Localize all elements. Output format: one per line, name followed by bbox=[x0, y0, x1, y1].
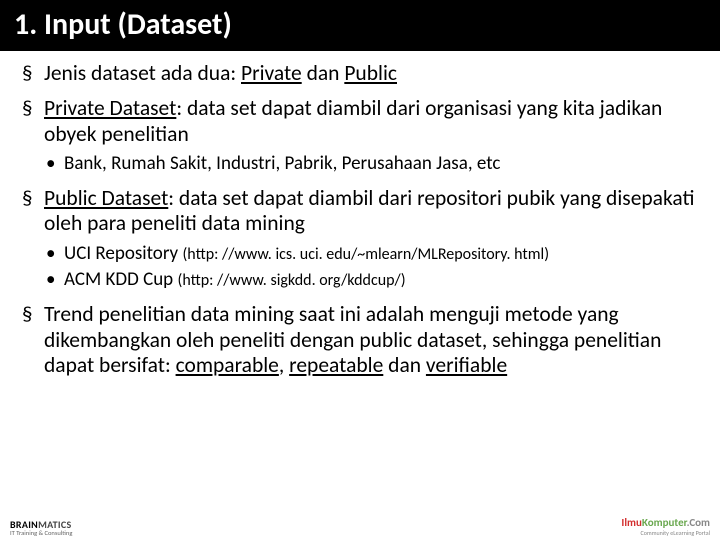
brand-text: Komputer bbox=[642, 516, 687, 529]
sub-bullet-item: Bank, Rumah Sakit, Industri, Pabrik, Per… bbox=[44, 153, 698, 176]
sub-bullet-item: UCI Repository (http: //www. ics. uci. e… bbox=[44, 243, 698, 266]
text: ACM KDD Cup bbox=[64, 268, 177, 291]
bullet-item: Public Dataset: data set dapat diambil d… bbox=[22, 186, 698, 292]
underline-text: Public Dataset bbox=[44, 185, 168, 211]
url-text: (http: //www. ics. uci. edu/~mlearn/MLRe… bbox=[182, 245, 549, 264]
brand-tagline: IT Training & Consulting bbox=[10, 530, 72, 537]
bullet-item: Jenis dataset ada dua: Private dan Publi… bbox=[22, 61, 698, 86]
underline-text: Private bbox=[241, 60, 302, 86]
underline-text: comparable bbox=[176, 352, 279, 378]
title-bar: 1. Input (Dataset) bbox=[0, 0, 720, 51]
brand-text: .Com bbox=[687, 516, 710, 529]
text: dan bbox=[302, 60, 345, 86]
text: UCI Repository bbox=[64, 242, 182, 265]
bullet-list: Jenis dataset ada dua: Private dan Publi… bbox=[22, 61, 698, 378]
text: , bbox=[279, 352, 289, 378]
underline-text: Public bbox=[344, 60, 397, 86]
bullet-item: Private Dataset: data set dapat diambil … bbox=[22, 96, 698, 176]
sub-bullet-item: ACM KDD Cup (http: //www. sigkdd. org/kd… bbox=[44, 269, 698, 292]
text: dan bbox=[383, 352, 426, 378]
brand-tagline: Community eLearning Portal bbox=[621, 530, 710, 536]
underline-text: Private Dataset bbox=[44, 95, 176, 121]
footer-logo-right: IlmuKomputer.Com Community eLearning Por… bbox=[621, 514, 710, 536]
sub-bullet-list: UCI Repository (http: //www. ics. uci. e… bbox=[44, 243, 698, 293]
brand-text: Ilmu bbox=[621, 516, 642, 529]
underline-text: repeatable bbox=[289, 352, 383, 378]
footer-logo-left: BRAINMATICS IT Training & Consulting bbox=[10, 520, 72, 537]
url-text: (http: //www. sigkdd. org/kddcup/) bbox=[177, 271, 405, 290]
slide-title: 1. Input (Dataset) bbox=[14, 6, 706, 43]
slide-content: Jenis dataset ada dua: Private dan Publi… bbox=[0, 51, 720, 378]
sub-bullet-list: Bank, Rumah Sakit, Industri, Pabrik, Per… bbox=[44, 153, 698, 176]
underline-text: verifiable bbox=[426, 352, 507, 378]
slide: 1. Input (Dataset) Jenis dataset ada dua… bbox=[0, 0, 720, 540]
text: Jenis dataset ada dua: bbox=[44, 60, 241, 86]
slide-footer: BRAINMATICS IT Training & Consulting Ilm… bbox=[0, 512, 720, 536]
bullet-item: Trend penelitian data mining saat ini ad… bbox=[22, 302, 698, 378]
text: Bank, Rumah Sakit, Industri, Pabrik, Per… bbox=[64, 152, 500, 175]
